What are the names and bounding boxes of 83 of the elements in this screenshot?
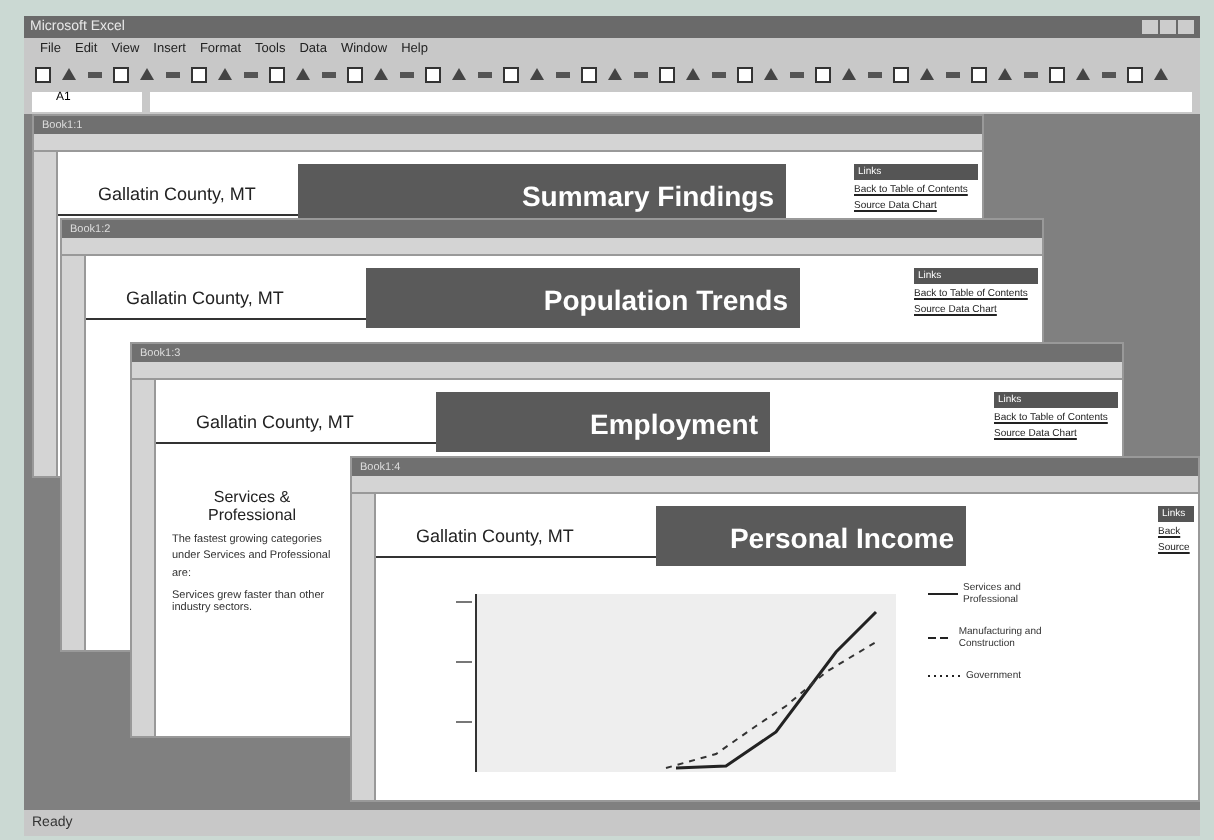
section-heading: Services & Professional	[205, 488, 299, 524]
toolbar-button[interactable]	[994, 64, 1016, 86]
toolbar-button[interactable]	[604, 64, 626, 86]
triangle-icon	[294, 66, 312, 84]
square-icon	[112, 66, 130, 84]
toolbar-button[interactable]	[136, 64, 158, 86]
section-banner: Population Trends	[366, 268, 800, 328]
toolbar-button[interactable]	[968, 64, 990, 86]
bar-icon	[86, 66, 104, 84]
triangle-icon	[606, 66, 624, 84]
bar-icon	[476, 66, 494, 84]
square-icon	[970, 66, 988, 84]
triangle-icon	[372, 66, 390, 84]
legend-dotted-line-icon	[928, 672, 960, 680]
square-icon	[34, 66, 52, 84]
toolbar-button[interactable]	[890, 64, 912, 86]
bar-icon	[632, 66, 650, 84]
triangle-icon	[684, 66, 702, 84]
toolbar-button[interactable]	[188, 64, 210, 86]
square-icon	[1126, 66, 1144, 84]
toolbar-button[interactable]	[292, 64, 314, 86]
triangle-icon	[1152, 66, 1170, 84]
bar-icon	[554, 66, 572, 84]
toolbar-button[interactable]	[656, 64, 678, 86]
toolbar-button[interactable]	[500, 64, 522, 86]
section-banner: Summary Findings	[298, 164, 786, 224]
square-icon	[268, 66, 286, 84]
toolbar-button[interactable]	[1072, 64, 1094, 86]
triangle-icon	[138, 66, 156, 84]
toolbar-button[interactable]	[344, 64, 366, 86]
toolbar-button[interactable]	[110, 64, 132, 86]
toolbar-button[interactable]	[526, 64, 548, 86]
toolbar-button[interactable]	[422, 64, 444, 86]
square-icon	[424, 66, 442, 84]
toolbar-button[interactable]	[682, 64, 704, 86]
triangle-icon	[840, 66, 858, 84]
legend-solid-line-icon	[928, 590, 958, 598]
toolbar-button[interactable]	[812, 64, 834, 86]
toolbar-button[interactable]	[838, 64, 860, 86]
square-icon	[736, 66, 754, 84]
triangle-icon	[528, 66, 546, 84]
bar-icon	[944, 66, 962, 84]
bar-icon	[1022, 66, 1040, 84]
bar-icon	[1100, 66, 1118, 84]
bar-icon	[866, 66, 884, 84]
toolbar-button[interactable]	[266, 64, 288, 86]
legend-dashed-line-icon	[928, 634, 953, 642]
triangle-icon	[762, 66, 780, 84]
toolbar-button[interactable]	[58, 64, 80, 86]
toolbar-button[interactable]	[1046, 64, 1068, 86]
triangle-icon	[60, 66, 78, 84]
bar-icon	[710, 66, 728, 84]
toolbar-button[interactable]	[734, 64, 756, 86]
triangle-icon	[216, 66, 234, 84]
bar-icon	[242, 66, 260, 84]
square-icon	[346, 66, 364, 84]
toolbar-button[interactable]	[916, 64, 938, 86]
triangle-icon	[996, 66, 1014, 84]
triangle-icon	[918, 66, 936, 84]
toolbar-button[interactable]	[1124, 64, 1146, 86]
triangle-icon	[450, 66, 468, 84]
formula-input[interactable]	[150, 92, 1192, 112]
square-icon	[190, 66, 208, 84]
section-banner: Employment	[436, 392, 770, 452]
square-icon	[1048, 66, 1066, 84]
toolbar-button[interactable]	[214, 64, 236, 86]
bar-icon	[788, 66, 806, 84]
square-icon	[658, 66, 676, 84]
square-icon	[814, 66, 832, 84]
toolbar-button[interactable]	[578, 64, 600, 86]
bar-icon	[320, 66, 338, 84]
toolbar-button[interactable]	[370, 64, 392, 86]
bar-icon	[164, 66, 182, 84]
toolbar-button[interactable]	[448, 64, 470, 86]
bar-icon	[398, 66, 416, 84]
toolbar-button[interactable]	[32, 64, 54, 86]
square-icon	[580, 66, 598, 84]
toolbar-button[interactable]	[1150, 64, 1172, 86]
section-banner: Personal Income	[656, 506, 966, 566]
toolbar-button[interactable]	[760, 64, 782, 86]
square-icon	[892, 66, 910, 84]
triangle-icon	[1074, 66, 1092, 84]
square-icon	[502, 66, 520, 84]
